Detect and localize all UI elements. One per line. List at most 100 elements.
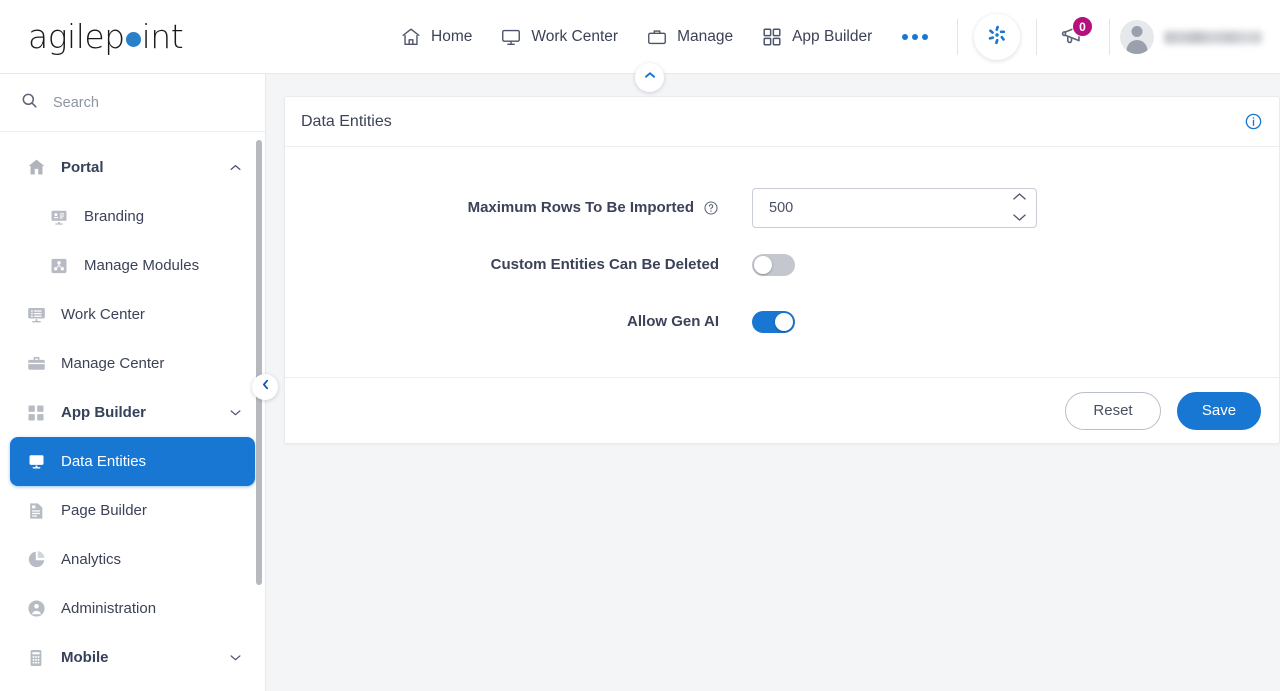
worklist-icon: [25, 304, 47, 326]
nav-item-home[interactable]: Home: [386, 0, 486, 74]
sidebar-nav-list: Portal Branding Manage Modules Work Cent…: [0, 132, 265, 690]
user-name-label: [1164, 30, 1262, 44]
briefcase-icon: [25, 353, 47, 375]
sidebar-item-page-builder[interactable]: Page Builder: [10, 486, 255, 535]
briefcase-icon: [646, 26, 668, 48]
dot-icon: [902, 34, 909, 40]
agilepoint-logo[interactable]: agilep int: [28, 17, 184, 56]
sidebar-label-portal: Portal: [61, 159, 104, 176]
toggle-allow-gen-ai[interactable]: [752, 310, 795, 333]
logo-text-first: agilep: [28, 17, 125, 56]
monitor-icon: [500, 26, 522, 48]
reset-button[interactable]: Reset: [1065, 391, 1161, 430]
sidebar-item-manage-center[interactable]: Manage Center: [10, 339, 255, 388]
max-rows-field[interactable]: [752, 187, 1037, 228]
settings-form: Maximum Rows To Be Imported 500 Custom E…: [285, 147, 1279, 350]
top-bar-right: 0: [955, 0, 1280, 74]
sidebar-label-app-builder: App Builder: [61, 404, 146, 421]
pie-chart-icon: [25, 549, 47, 571]
sidebar-label-mobile: Mobile: [61, 649, 109, 666]
announcements-badge: 0: [1072, 16, 1093, 37]
toggle-knob: [754, 255, 772, 274]
sidebar-item-app-builder[interactable]: App Builder: [10, 388, 255, 437]
sidebar-item-work-center[interactable]: Work Center: [10, 290, 255, 339]
divider: [1036, 19, 1037, 55]
nav-label-app-builder: App Builder: [792, 28, 873, 45]
chevron-up-icon[interactable]: [228, 160, 243, 175]
home-filled-icon: [25, 157, 47, 179]
sidebar-label-administration: Administration: [61, 600, 157, 617]
nav-more-button[interactable]: [886, 0, 944, 74]
sidebar-item-manage-modules[interactable]: Manage Modules: [10, 241, 255, 290]
page-title: Data Entities: [301, 112, 392, 130]
save-button[interactable]: Save: [1177, 391, 1261, 430]
label-allow-gen-ai: Allow Gen AI: [627, 313, 719, 330]
sidebar-item-portal[interactable]: Portal: [10, 143, 255, 192]
data-entities-card: Data Entities Maximum Rows To Be Importe…: [284, 96, 1280, 444]
form-row-allow-gen-ai: Allow Gen AI: [285, 293, 1279, 350]
top-bar: agilep int Home Work Center Manage App B…: [0, 0, 1280, 74]
sidebar-label-manage-center: Manage Center: [61, 355, 165, 372]
max-rows-input[interactable]: [767, 198, 987, 217]
sidebar-label-manage-modules: Manage Modules: [84, 257, 200, 274]
home-icon: [400, 26, 422, 48]
nav-label-home: Home: [431, 28, 473, 45]
search-icon: [20, 91, 39, 115]
sidebar-search[interactable]: [0, 74, 265, 132]
dot-icon: [922, 34, 929, 40]
number-stepper[interactable]: [1002, 189, 1036, 227]
header-collapse-button[interactable]: [635, 63, 664, 92]
branding-icon: [48, 206, 70, 228]
logo-dot-icon: [125, 32, 141, 47]
nav-item-app-builder[interactable]: App Builder: [747, 0, 886, 74]
info-icon[interactable]: [1244, 112, 1263, 131]
label-custom-entities-can-be-deleted: Custom Entities Can Be Deleted: [490, 256, 719, 273]
dot-icon: [912, 34, 919, 40]
card-footer: Reset Save: [285, 377, 1279, 443]
sidebar-scrollbar-thumb[interactable]: [256, 140, 262, 585]
admin-user-icon: [25, 598, 47, 620]
search-input[interactable]: [51, 93, 231, 112]
chevron-up-icon: [643, 68, 657, 87]
main-navigation: Home Work Center Manage App Builder: [386, 0, 944, 74]
main-content: Data Entities Maximum Rows To Be Importe…: [267, 74, 1280, 691]
label-max-rows: Maximum Rows To Be Imported: [467, 199, 694, 216]
avatar: [1120, 20, 1154, 54]
chevron-down-icon[interactable]: [228, 650, 243, 665]
sidebar-item-administration[interactable]: Administration: [10, 584, 255, 633]
modules-icon: [48, 255, 70, 277]
stepper-down-icon[interactable]: [1012, 209, 1027, 227]
sidebar-item-branding[interactable]: Branding: [10, 192, 255, 241]
logo-text-last: int: [141, 17, 184, 56]
form-row-max-rows: Maximum Rows To Be Imported: [285, 179, 1279, 236]
nav-item-work-center[interactable]: Work Center: [486, 0, 632, 74]
form-row-custom-entities-deleted: Custom Entities Can Be Deleted: [285, 236, 1279, 293]
sidebar-item-mobile[interactable]: Mobile: [10, 633, 255, 682]
app-root: agilep int Home Work Center Manage App B…: [0, 0, 1280, 691]
grid-icon: [761, 26, 783, 48]
sidebar-label-page-builder: Page Builder: [61, 502, 147, 519]
announcements-button[interactable]: 0: [1051, 15, 1095, 59]
user-menu[interactable]: [1120, 20, 1262, 54]
sidebar-label-work-center: Work Center: [61, 306, 145, 323]
label-allow-gen-ai-wrap: Allow Gen AI: [285, 313, 752, 330]
toggle-custom-entities-can-be-deleted[interactable]: [752, 253, 795, 276]
card-header: Data Entities: [285, 97, 1279, 147]
ai-assistant-button[interactable]: [974, 14, 1020, 60]
nav-label-work-center: Work Center: [531, 28, 619, 45]
chevron-down-icon[interactable]: [228, 405, 243, 420]
data-entities-icon: [25, 451, 47, 473]
sidebar-label-analytics: Analytics: [61, 551, 122, 568]
sidebar-collapse-button[interactable]: [252, 374, 278, 400]
sidebar-item-data-entities[interactable]: Data Entities: [10, 437, 255, 486]
sidebar-item-analytics[interactable]: Analytics: [10, 535, 255, 584]
stepper-up-icon[interactable]: [1012, 188, 1027, 206]
nav-label-manage: Manage: [677, 28, 734, 45]
chevron-left-icon: [259, 378, 272, 396]
toggle-knob: [775, 312, 793, 331]
mobile-icon: [25, 647, 47, 669]
help-icon[interactable]: [703, 200, 719, 216]
divider: [957, 19, 958, 55]
grid-icon: [25, 402, 47, 424]
page-builder-icon: [25, 500, 47, 522]
